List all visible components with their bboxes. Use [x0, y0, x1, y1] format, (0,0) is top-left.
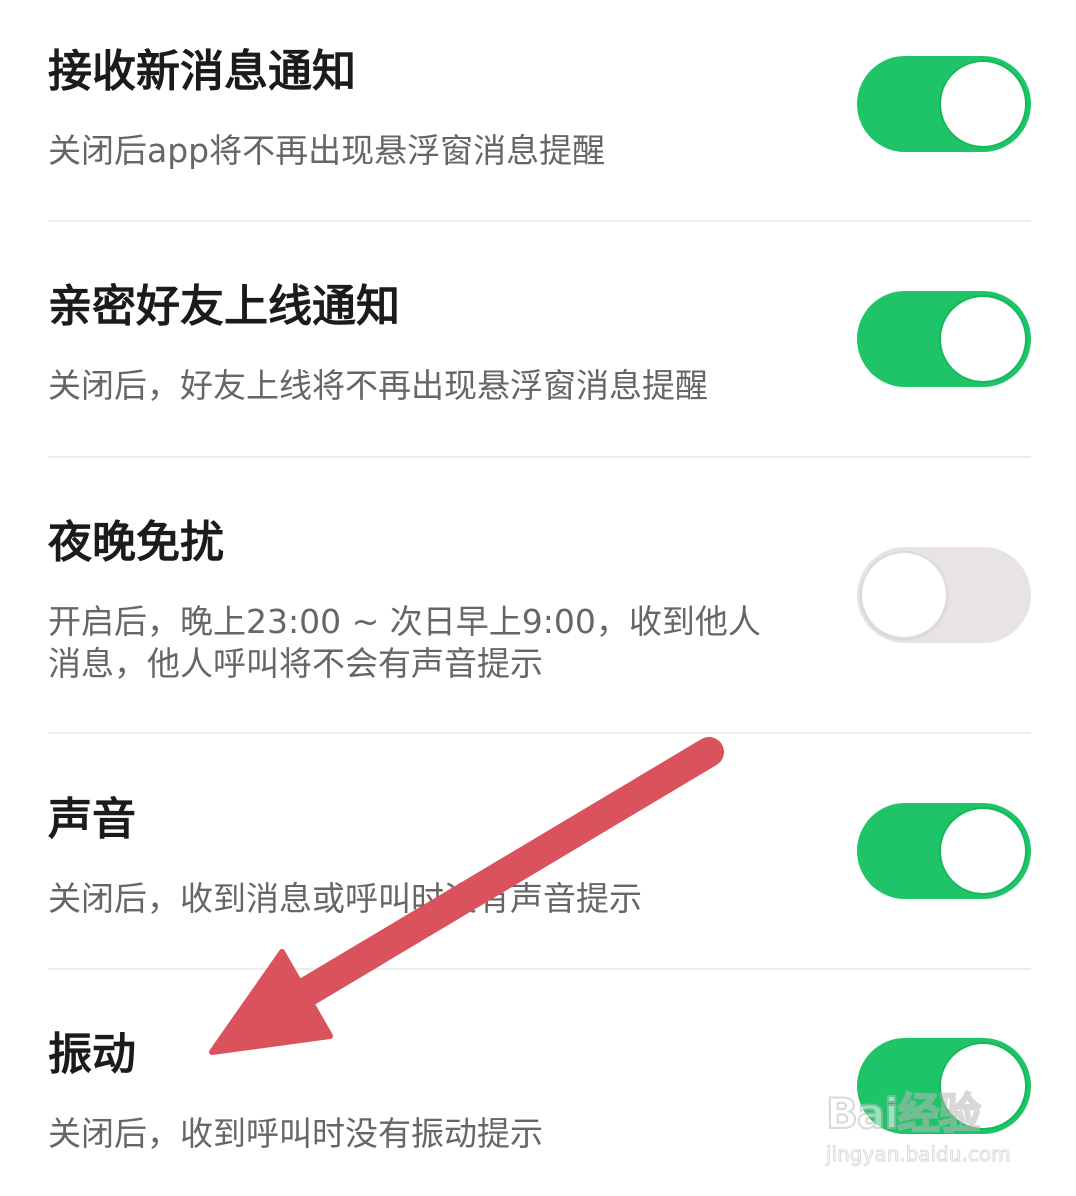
setting-title: 亲密好友上线通知 — [48, 281, 400, 332]
setting-title: 夜晚免扰 — [48, 517, 224, 568]
toggle-knob — [939, 807, 1027, 895]
sound-toggle[interactable] — [857, 803, 1031, 899]
divider — [48, 456, 1031, 458]
close-friend-online-toggle[interactable] — [857, 291, 1031, 387]
setting-title: 声音 — [48, 794, 136, 845]
setting-description: 关闭后app将不再出现悬浮窗消息提醒 — [48, 131, 606, 170]
toggle-knob — [860, 551, 948, 639]
setting-title: 接收新消息通知 — [48, 46, 356, 97]
setting-description: 关闭后，好友上线将不再出现悬浮窗消息提醒 — [48, 366, 708, 405]
setting-title: 振动 — [48, 1029, 136, 1080]
divider — [48, 732, 1031, 734]
setting-description: 关闭后，收到消息或呼叫时没有声音提示 — [48, 879, 642, 918]
night-do-not-disturb-toggle[interactable] — [857, 547, 1031, 643]
toggle-knob — [939, 60, 1027, 148]
setting-description: 开启后，晚上23:00 ~ 次日早上9:00，收到他人消息，他人呼叫将不会有声音… — [48, 602, 761, 683]
setting-description: 关闭后，收到呼叫时没有振动提示 — [48, 1114, 543, 1153]
divider — [48, 220, 1031, 222]
toggle-knob — [939, 295, 1027, 383]
divider — [48, 968, 1031, 970]
vibration-toggle[interactable] — [857, 1038, 1031, 1134]
toggle-knob — [939, 1042, 1027, 1130]
new-message-notification-toggle[interactable] — [857, 56, 1031, 152]
